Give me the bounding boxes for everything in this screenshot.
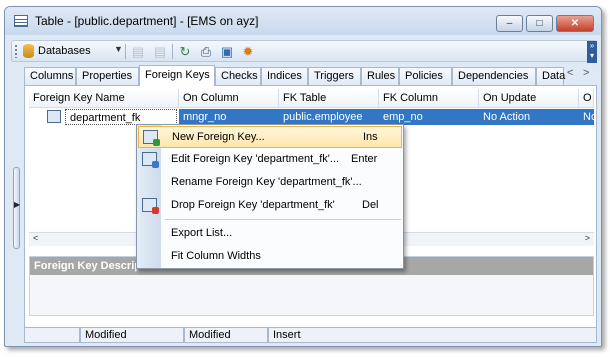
tab-policies[interactable]: Policies [399,67,452,85]
chevron-right-icon: ▶ [14,200,21,209]
toolbar-separator [172,44,173,59]
tab-properties[interactable]: Properties [76,67,139,85]
cell-on-delete[interactable]: No [579,109,594,125]
toolbar-overflow-button[interactable]: » ▾ [587,41,597,63]
column-header-on-update[interactable]: On Update [479,89,579,108]
tab-scroll-right-icon[interactable]: > [583,67,589,79]
tab-dependencies[interactable]: Dependencies [452,67,536,85]
print-icon[interactable]: ⎙ [198,44,214,59]
status-modified-1: Modified [80,327,184,343]
menu-item-export-list[interactable]: Export List... [138,223,402,245]
tab-foreign-keys[interactable]: Foreign Keys [139,65,215,86]
menu-item-label: New Foreign Key... [172,131,265,143]
toolbar-separator [125,44,126,59]
minimize-button[interactable]: – [496,15,523,32]
foreign-key-icon [47,110,61,123]
scroll-right-icon[interactable]: > [585,233,590,243]
menu-item-label: Fit Column Widths [171,250,261,262]
menu-item-fit-column-widths[interactable]: Fit Column Widths [138,246,402,268]
tab-data[interactable]: Data [536,67,565,85]
cell-on-column[interactable]: mngr_no [179,109,279,125]
status-mode: Insert [268,327,597,343]
title-bar[interactable]: Table - [public.department] - [EMS on ay… [5,7,601,35]
menu-item-label: Rename Foreign Key 'department_fk'... [171,176,362,188]
context-menu: New Foreign Key... Ins Edit Foreign Key … [136,124,404,269]
drop-foreign-key-icon [142,198,159,214]
table-icon [14,15,28,27]
tab-rules[interactable]: Rules [361,67,399,85]
status-bar: Modified Modified Insert [24,327,597,343]
column-header-on-column[interactable]: On Column [179,89,279,108]
cell-fk-column[interactable]: emp_no [379,109,479,125]
toolbar-grip[interactable] [15,45,17,58]
scroll-left-icon[interactable]: < [33,233,38,243]
window-title: Table - [public.department] - [EMS on ay… [35,14,259,28]
table-row[interactable]: department_fk mngr_no public.employee em… [29,109,594,125]
menu-item-drop-foreign-key[interactable]: Drop Foreign Key 'department_fk' Del [138,195,402,217]
export-icon[interactable]: ▣ [219,44,235,59]
menu-item-label: Export List... [171,227,233,239]
edit-foreign-key-icon [142,152,159,168]
menu-item-label: Edit Foreign Key 'department_fk'... [171,153,340,165]
add-icon[interactable]: ▤ [130,44,146,59]
remove-icon[interactable]: ▤ [152,44,168,59]
tab-scroll-left-icon[interactable]: < [567,67,573,79]
databases-icon [23,44,34,58]
column-header-on-delete[interactable]: O [579,89,594,108]
new-foreign-key-icon [143,130,160,146]
cell-on-update[interactable]: No Action [479,109,579,125]
chevron-down-icon[interactable]: ▼ [114,44,123,54]
column-header-fk-name[interactable]: Foreign Key Name [29,89,179,108]
menu-item-rename-foreign-key[interactable]: Rename Foreign Key 'department_fk'... [138,172,402,194]
menu-item-shortcut: Ins [363,131,378,143]
menu-item-new-foreign-key[interactable]: New Foreign Key... Ins [138,126,402,148]
menu-separator [165,219,401,220]
status-modified-2: Modified [184,327,268,343]
refresh-icon[interactable]: ↻ [177,44,193,59]
side-panel-toggle[interactable]: ▶ [13,167,20,249]
column-header-fk-table[interactable]: FK Table [279,89,379,108]
toolbar: Databases ▼ ▤ ▤ ↻ ⎙ ▣ ✹ » ▾ [11,40,597,63]
grid-header: Foreign Key Name On Column FK Table FK C… [29,89,594,108]
cell-fk-table[interactable]: public.employee [279,109,379,125]
tab-triggers[interactable]: Triggers [308,67,361,85]
databases-button[interactable]: Databases [38,45,91,57]
tab-checks[interactable]: Checks [215,67,261,85]
tab-columns[interactable]: Columns [24,67,76,85]
column-header-fk-column[interactable]: FK Column [379,89,479,108]
menu-item-shortcut: Del [362,199,379,211]
maximize-button[interactable]: □ [526,15,553,32]
status-cell-1 [24,327,80,343]
cell-fk-name[interactable]: department_fk [65,109,177,125]
menu-item-shortcut: Enter [351,153,378,165]
close-button[interactable]: ✕ [556,15,594,32]
menu-item-label: Drop Foreign Key 'department_fk' [171,199,335,211]
menu-item-edit-foreign-key[interactable]: Edit Foreign Key 'department_fk'... Ente… [138,149,402,171]
tab-bar: Columns Properties Foreign Keys Checks I… [24,65,597,86]
settings-icon[interactable]: ✹ [240,44,256,59]
tab-indices[interactable]: Indices [261,67,308,85]
